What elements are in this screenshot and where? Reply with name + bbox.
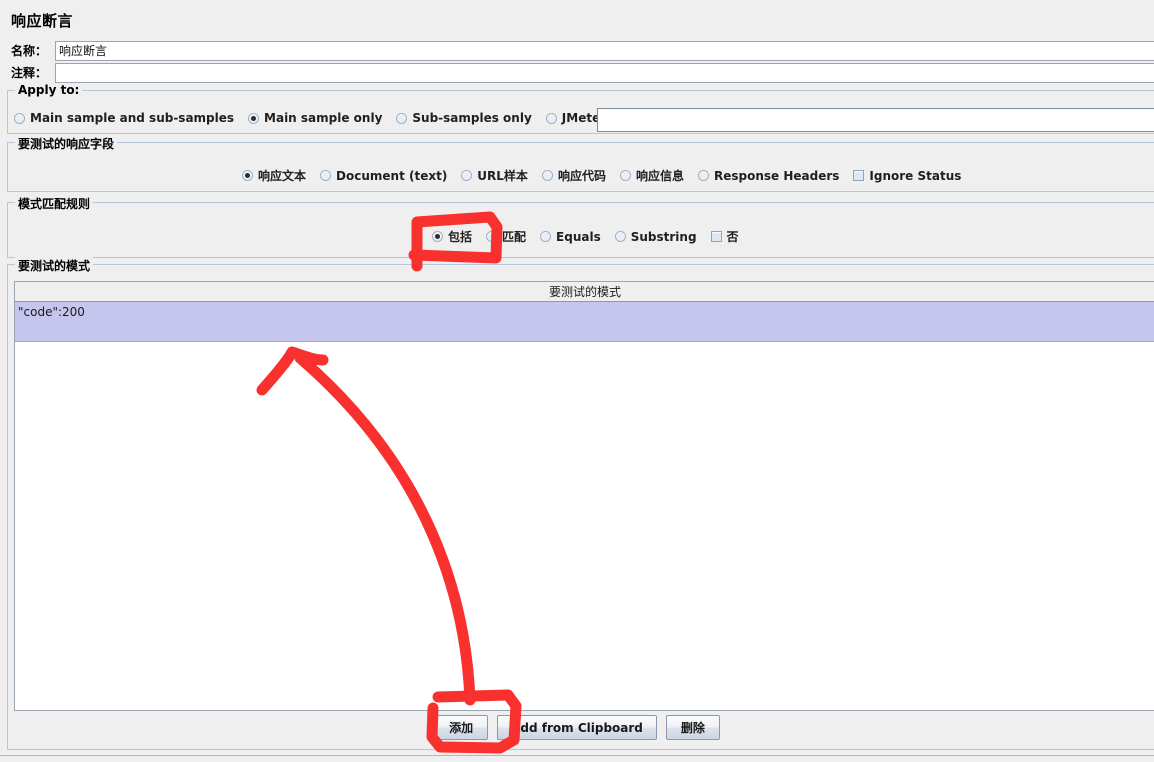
radio-contains[interactable]: 包括 [432, 228, 472, 245]
radio-substring[interactable]: Substring [614, 229, 697, 244]
checkbox-icon [853, 170, 865, 181]
radio-label: 响应信息 [635, 169, 684, 183]
page-title: 响应断言 [11, 12, 74, 30]
radio-label: 响应代码 [557, 169, 606, 183]
radio-icon [396, 112, 408, 124]
radio-response-text[interactable]: 响应文本 [242, 167, 306, 184]
patterns-column-header[interactable]: 要测试的模式 [15, 282, 1154, 302]
radio-label: Sub-samples only [412, 111, 532, 125]
checkbox-not[interactable]: 否 [710, 228, 739, 245]
name-row: 名称： 响应断言 [0, 40, 1154, 61]
comment-row: 注释： [0, 62, 1154, 83]
checkbox-ignore-status[interactable]: Ignore Status [853, 169, 961, 183]
radio-label: Response Headers [713, 168, 840, 183]
radio-url-sample[interactable]: URL样本 [461, 167, 528, 184]
radio-icon [540, 231, 552, 242]
bottom-strip [0, 755, 1154, 762]
radio-icon [486, 231, 498, 242]
radio-response-code[interactable]: 响应代码 [541, 167, 606, 184]
checkbox-icon [710, 231, 722, 242]
checkbox-label: Ignore Status [869, 168, 962, 183]
radio-icon [14, 112, 25, 124]
radio-sub-samples-only[interactable]: Sub-samples only [396, 111, 532, 125]
table-row[interactable]: "code":200 [15, 302, 1154, 342]
name-label: 名称： [11, 44, 48, 58]
response-field-options: 响应文本 Document (text) URL样本 响应代码 响应信息 Res… [242, 167, 975, 184]
radio-label: URL样本 [477, 169, 528, 183]
radio-response-headers[interactable]: Response Headers [697, 168, 840, 183]
apply-to-title: Apply to: [15, 83, 83, 97]
match-rules-title: 模式匹配规则 [15, 195, 94, 212]
pattern-cell-value: "code":200 [18, 305, 85, 319]
radio-matches[interactable]: 匹配 [486, 228, 526, 245]
radio-label: Substring [630, 229, 697, 244]
radio-main-sample-only[interactable]: Main sample only [248, 111, 382, 125]
radio-main-and-sub-samples[interactable]: Main sample and sub-samples [14, 111, 234, 125]
radio-label: 匹配 [502, 230, 527, 244]
delete-button[interactable]: 删除 [665, 715, 720, 740]
radio-icon [614, 231, 626, 242]
pattern-button-bar: 添加 Add from Clipboard 删除 [0, 715, 1154, 740]
patterns-table-body[interactable]: "code":200 [15, 302, 1154, 710]
add-from-clipboard-button[interactable]: Add from Clipboard [497, 715, 657, 740]
radio-icon [541, 170, 553, 181]
radio-document-text[interactable]: Document (text) [320, 169, 447, 183]
radio-icon [619, 170, 631, 181]
radio-selected-icon [248, 112, 260, 124]
radio-label: Document (text) [336, 168, 448, 183]
name-input[interactable]: 响应断言 [55, 40, 1154, 61]
add-button[interactable]: 添加 [434, 715, 489, 740]
comment-input[interactable] [55, 62, 1154, 83]
radio-label: 响应文本 [258, 169, 307, 183]
radio-label: Main sample and sub-samples [30, 111, 235, 125]
radio-label: Equals [556, 229, 601, 244]
radio-icon [545, 112, 557, 124]
radio-icon [320, 170, 332, 181]
radio-response-message[interactable]: 响应信息 [619, 167, 684, 184]
radio-label: 包括 [448, 230, 473, 244]
response-assertion-window: 响应断言 名称： 响应断言 注释： Apply to: Main sample … [0, 0, 1154, 762]
checkbox-label: 否 [726, 230, 739, 244]
match-rules-options: 包括 匹配 Equals Substring 否 [432, 228, 753, 245]
radio-selected-icon [432, 231, 443, 242]
patterns-table[interactable]: 要测试的模式 "code":200 [14, 281, 1154, 711]
radio-label: Main sample only [264, 111, 383, 125]
patterns-title: 要测试的模式 [15, 257, 94, 274]
response-field-title: 要测试的响应字段 [15, 135, 118, 152]
radio-icon [697, 170, 709, 181]
comment-label: 注释： [11, 66, 48, 80]
apply-to-options: Main sample and sub-samples Main sample … [14, 111, 680, 125]
radio-icon [461, 170, 473, 181]
radio-equals[interactable]: Equals [540, 230, 601, 244]
jmeter-variable-input[interactable] [597, 108, 1154, 132]
radio-selected-icon [242, 170, 253, 181]
